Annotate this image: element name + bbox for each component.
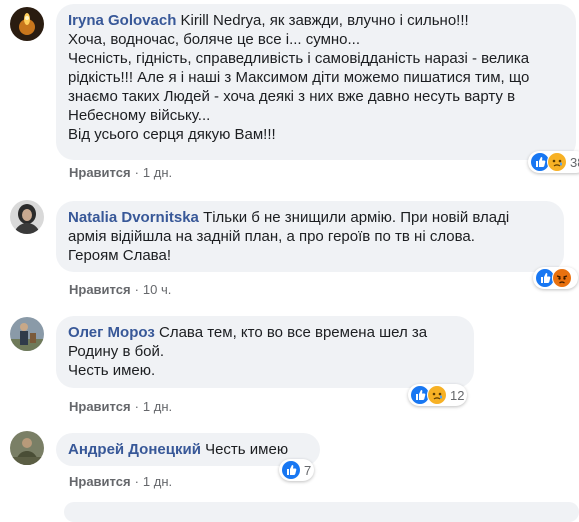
- separator: ·: [134, 282, 139, 297]
- reactions-count: 12: [450, 387, 465, 403]
- avatar[interactable]: [10, 431, 44, 465]
- separator: ·: [134, 474, 139, 489]
- avatar[interactable]: [10, 317, 44, 351]
- comment-bubble: Natalia Dvornitska Тільки б не знищили а…: [56, 201, 564, 272]
- comment-time[interactable]: 10 ч.: [143, 282, 171, 297]
- comment-text: Честь имею: [205, 441, 289, 458]
- separator: ·: [134, 399, 139, 414]
- reactions-summary[interactable]: 7: [279, 459, 315, 481]
- separator: ·: [134, 165, 139, 180]
- reactions-count: 7: [304, 462, 312, 478]
- reactions-summary[interactable]: 38: [528, 151, 579, 173]
- sad-icon: [427, 385, 447, 405]
- next-comment-bubble-edge: [64, 502, 579, 522]
- angry-icon: [552, 268, 572, 288]
- comment-time[interactable]: 1 дн.: [143, 165, 172, 180]
- reactions-count: 38: [570, 154, 579, 170]
- comment-author[interactable]: Iryna Golovach: [68, 12, 176, 29]
- reactions-summary[interactable]: 12: [408, 384, 468, 406]
- reactions-summary[interactable]: [533, 267, 578, 289]
- comment-meta: Нравится · 10 ч.: [69, 282, 171, 297]
- like-link[interactable]: Нравится: [69, 399, 131, 414]
- comment-time[interactable]: 1 дн.: [143, 399, 172, 414]
- sad-icon: [547, 152, 567, 172]
- comment-bubble: Iryna Golovach Kirill Nedrya, як завжди,…: [56, 4, 576, 160]
- comment-bubble: Олег Мороз Слава тем, кто во все времена…: [56, 316, 474, 388]
- comment-author[interactable]: Андрей Донецкий: [68, 441, 201, 458]
- avatar[interactable]: [10, 7, 44, 41]
- comment-time[interactable]: 1 дн.: [143, 474, 172, 489]
- comment-text: Kirill Nedrya, як завжди, влучно і сильн…: [68, 12, 530, 143]
- avatar[interactable]: [10, 200, 44, 234]
- like-link[interactable]: Нравится: [69, 474, 131, 489]
- like-link[interactable]: Нравится: [69, 165, 131, 180]
- comment-author[interactable]: Олег Мороз: [68, 324, 155, 341]
- comment-author[interactable]: Natalia Dvornitska: [68, 209, 199, 226]
- comment-meta: Нравится · 1 дн.: [69, 399, 172, 414]
- comment-bubble: Андрей Донецкий Честь имею: [56, 433, 320, 466]
- like-icon: [281, 460, 301, 480]
- like-link[interactable]: Нравится: [69, 282, 131, 297]
- comment-meta: Нравится · 1 дн.: [69, 165, 172, 180]
- comment-meta: Нравится · 1 дн.: [69, 474, 172, 489]
